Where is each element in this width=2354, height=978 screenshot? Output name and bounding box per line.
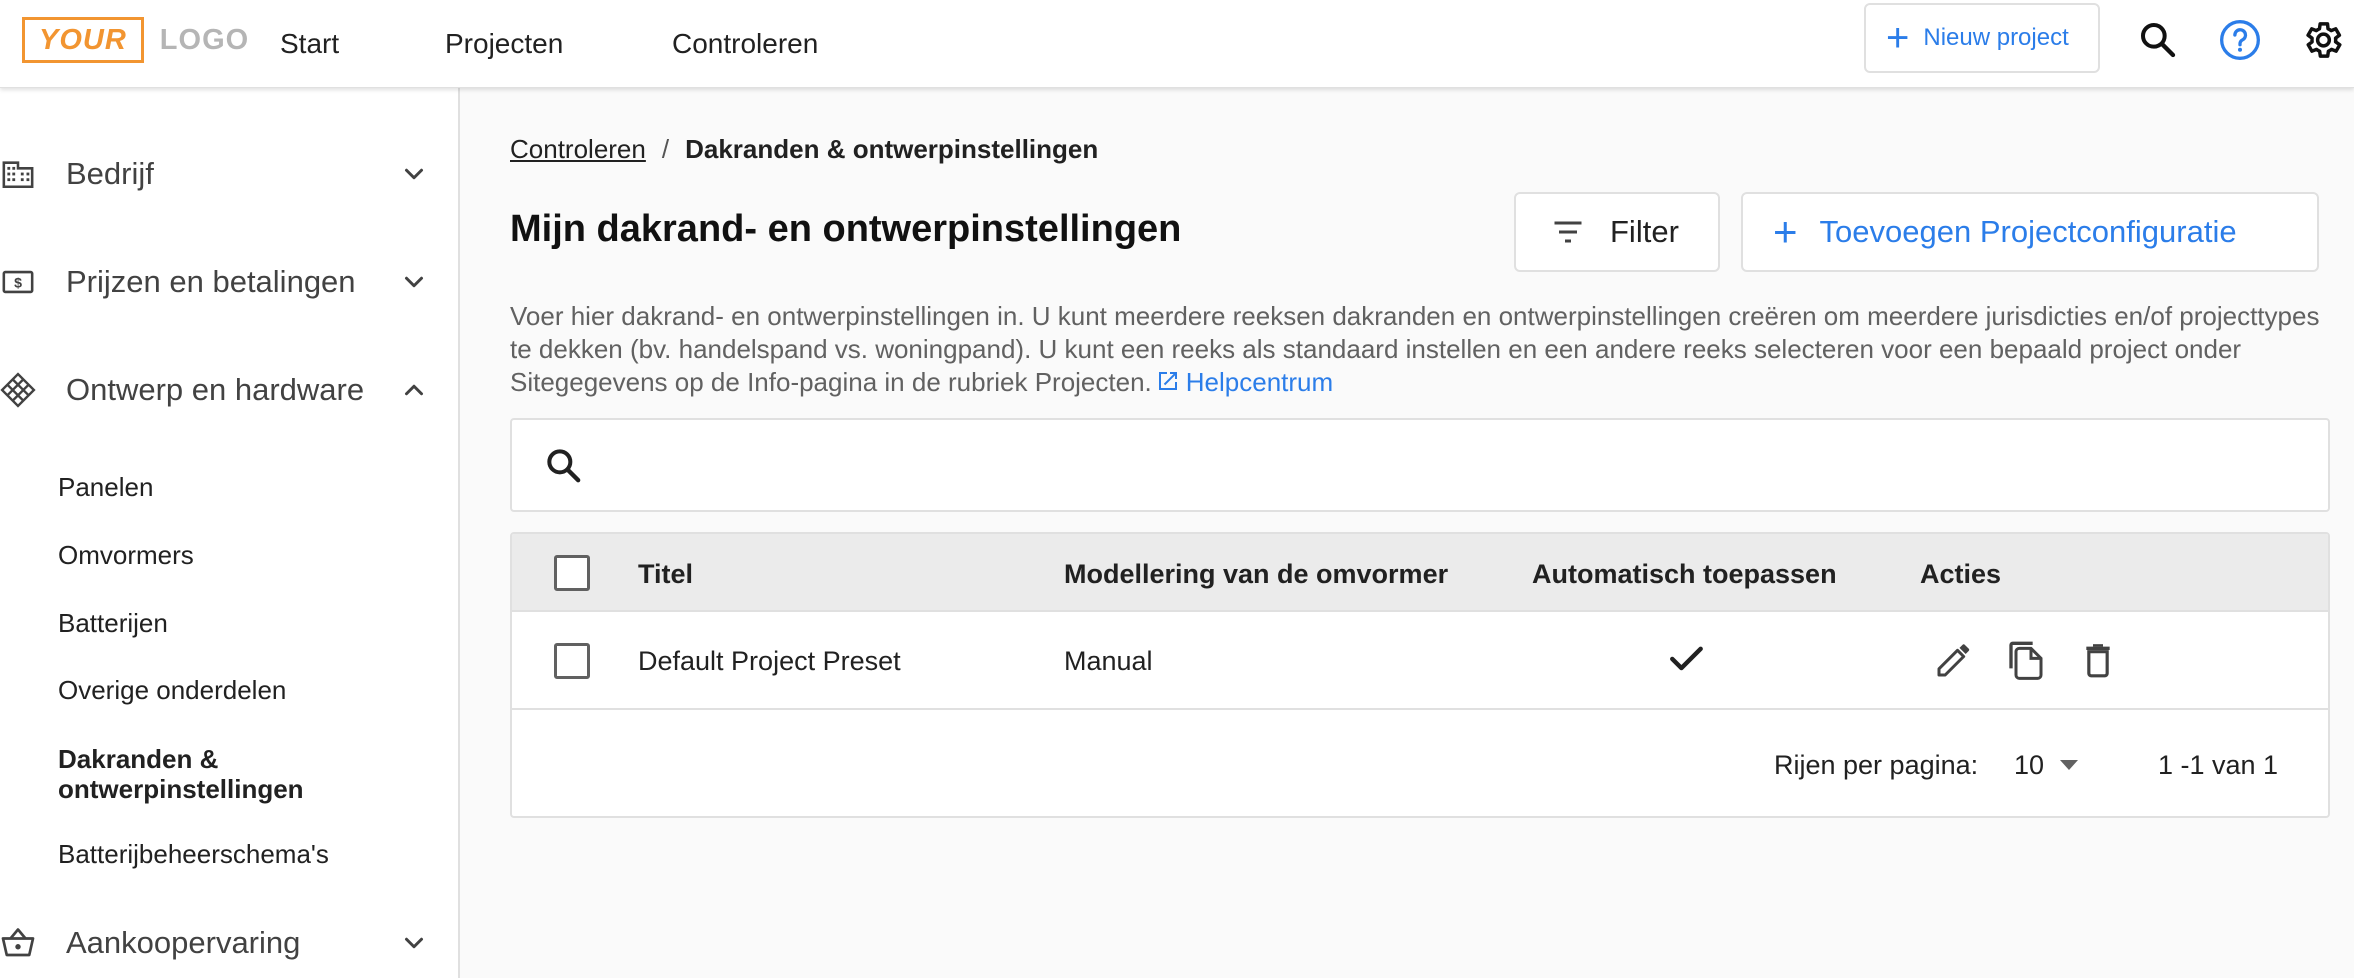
grid-icon bbox=[0, 372, 36, 408]
chevron-down-icon bbox=[396, 264, 432, 300]
chevron-down-icon bbox=[396, 156, 432, 192]
add-project-configuration-label: Toevoegen Projectconfiguratie bbox=[1819, 214, 2237, 249]
plus-icon: + bbox=[1886, 16, 1910, 60]
search-input[interactable] bbox=[612, 438, 2302, 494]
svg-text:$: $ bbox=[14, 276, 22, 292]
presets-table: Titel Modellering van de omvormer Automa… bbox=[510, 532, 2330, 818]
sidebar-group-aankoopervaring[interactable]: Aankoopervaring bbox=[0, 908, 460, 978]
column-modellering[interactable]: Modellering van de omvormer bbox=[1064, 559, 1448, 590]
column-acties: Acties bbox=[1920, 559, 2002, 589]
filter-icon bbox=[1550, 214, 1586, 250]
breadcrumb-separator: / bbox=[661, 134, 670, 164]
rows-per-page-select[interactable]: 10 bbox=[2014, 740, 2079, 790]
pagination-range: 1 -1 van 1 bbox=[2158, 750, 2279, 780]
chevron-down-icon bbox=[396, 925, 432, 961]
money-icon: $ bbox=[0, 264, 36, 300]
sidebar-item-batterijen[interactable]: Batterijen bbox=[58, 608, 168, 638]
search-icon[interactable] bbox=[2134, 16, 2182, 64]
sidebar-item-overige-onderdelen[interactable]: Overige onderdelen bbox=[58, 675, 286, 705]
help-center-link[interactable]: Helpcentrum bbox=[1186, 367, 1333, 397]
sidebar-group-label: Ontwerp en hardware bbox=[66, 372, 365, 407]
breadcrumb: Controleren / Dakranden & ontwerpinstell… bbox=[510, 134, 1098, 165]
select-all-checkbox[interactable] bbox=[554, 555, 590, 591]
sidebar: Bedrijf $ Prijzen en betalingen Ontwerp … bbox=[0, 88, 460, 978]
filter-button[interactable]: Filter bbox=[1514, 192, 1720, 272]
sidebar-group-label: Aankoopervaring bbox=[66, 925, 301, 960]
nav-start[interactable]: Start bbox=[280, 22, 339, 66]
breadcrumb-controleren[interactable]: Controleren bbox=[510, 134, 646, 165]
page-description: Voer hier dakrand- en ontwerpinstellinge… bbox=[510, 300, 2320, 401]
delete-icon[interactable] bbox=[2074, 636, 2122, 684]
sidebar-group-label: Prijzen en betalingen bbox=[66, 264, 356, 299]
edit-icon[interactable] bbox=[1930, 636, 1978, 684]
search-icon bbox=[542, 444, 586, 488]
row-title: Default Project Preset bbox=[638, 646, 901, 676]
sidebar-item-panelen[interactable]: Panelen bbox=[58, 472, 153, 502]
new-project-button[interactable]: + Nieuw project bbox=[1864, 3, 2100, 73]
sidebar-group-bedrijf[interactable]: Bedrijf bbox=[0, 139, 460, 209]
sidebar-group-ontwerp[interactable]: Ontwerp en hardware bbox=[0, 355, 460, 425]
checkmark-icon bbox=[1664, 636, 1708, 685]
logo-your: YOUR bbox=[22, 17, 144, 63]
sidebar-item-omvormers[interactable]: Omvormers bbox=[58, 540, 194, 570]
column-titel[interactable]: Titel bbox=[638, 559, 693, 590]
rows-per-page-label: Rijen per pagina: bbox=[1774, 750, 1979, 780]
caret-down-icon bbox=[2060, 760, 2079, 770]
plus-icon: + bbox=[1773, 208, 1798, 255]
chevron-up-icon bbox=[396, 372, 432, 408]
sidebar-item-dakranden[interactable]: Dakranden & ontwerpinstellingen bbox=[58, 744, 358, 804]
search-field bbox=[510, 418, 2330, 512]
building-icon bbox=[0, 156, 36, 192]
settings-gear-icon[interactable] bbox=[2298, 16, 2346, 64]
table-header: Titel Modellering van de omvormer Automa… bbox=[512, 534, 2328, 612]
logo[interactable]: YOUR LOGO bbox=[22, 17, 249, 63]
sidebar-group-label: Bedrijf bbox=[66, 156, 154, 191]
nav-projecten[interactable]: Projecten bbox=[445, 22, 563, 66]
column-automatisch-toepassen[interactable]: Automatisch toepassen bbox=[1532, 559, 1837, 590]
row-checkbox[interactable] bbox=[554, 643, 590, 679]
table-row[interactable]: Default Project Preset Manual bbox=[512, 612, 2328, 710]
sidebar-item-batterijbeheerschemas[interactable]: Batterijbeheerschema's bbox=[58, 839, 329, 869]
page-title: Mijn dakrand- en ontwerpinstellingen bbox=[510, 208, 1182, 250]
rows-per-page-value: 10 bbox=[2014, 749, 2045, 780]
copy-icon[interactable] bbox=[2002, 636, 2050, 684]
logo-logo: LOGO bbox=[159, 23, 250, 56]
external-link-icon bbox=[1156, 368, 1180, 401]
nav-controleren[interactable]: Controleren bbox=[672, 22, 818, 66]
table-pagination: Rijen per pagina: 10 1 -1 van 1 bbox=[512, 710, 2328, 816]
basket-icon bbox=[0, 925, 36, 961]
row-modeling: Manual bbox=[1064, 646, 1153, 676]
sidebar-group-prijzen[interactable]: $ Prijzen en betalingen bbox=[0, 247, 460, 317]
breadcrumb-current: Dakranden & ontwerpinstellingen bbox=[685, 134, 1099, 164]
new-project-label: Nieuw project bbox=[1923, 24, 2069, 51]
add-project-configuration-button[interactable]: + Toevoegen Projectconfiguratie bbox=[1741, 192, 2319, 272]
top-navigation-bar: YOUR LOGO Start Projecten Controleren + … bbox=[0, 0, 2354, 88]
help-icon[interactable] bbox=[2216, 16, 2264, 64]
description-text: Voer hier dakrand- en ontwerpinstellinge… bbox=[510, 301, 2320, 397]
filter-label: Filter bbox=[1610, 214, 1679, 249]
